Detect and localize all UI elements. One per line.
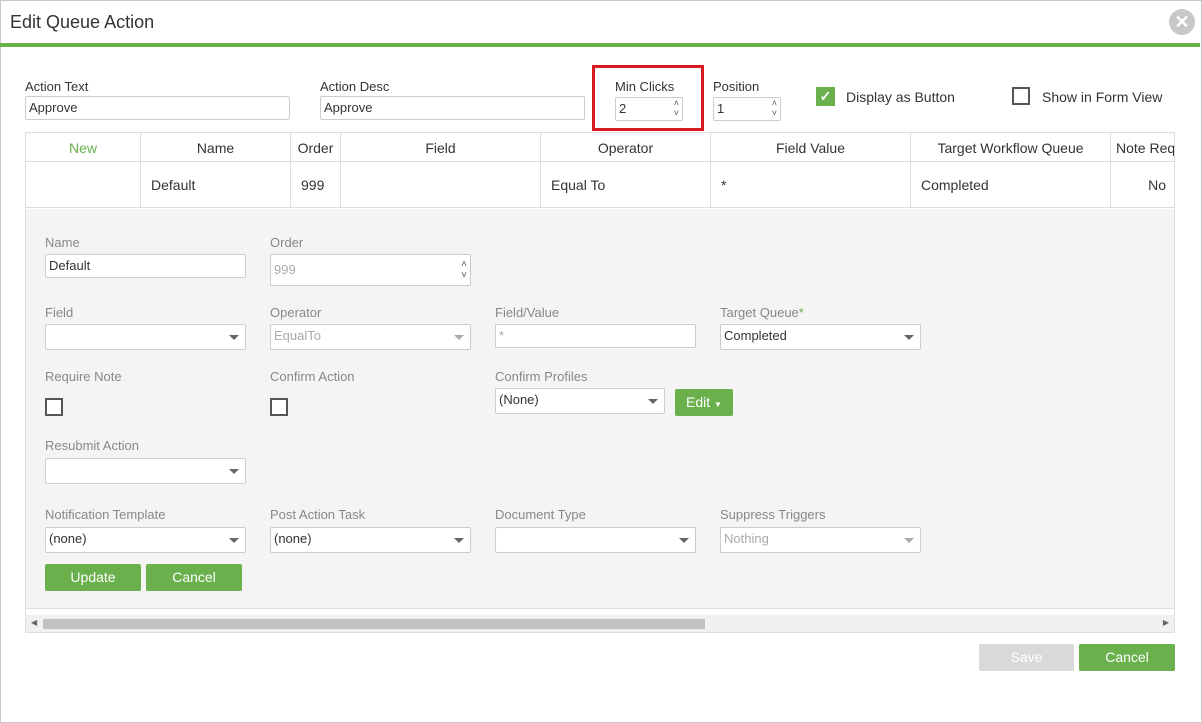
cancel-edit-button[interactable]: Cancel [146,564,242,591]
post-action-task-select-value: (none) [274,531,312,546]
notification-template-label: Notification Template [45,507,166,522]
confirm-profiles-select-value: (None) [499,392,539,407]
order-stepper: 999 ˄ ˅ [270,254,471,286]
required-marker: * [798,305,804,320]
resubmit-action-label: Resubmit Action [45,438,139,453]
stepper-arrows-icon: ˄ ˅ [461,259,467,281]
confirm-profiles-label: Confirm Profiles [495,369,588,384]
target-queue-label: Target Queue* [720,305,804,320]
action-text-input[interactable]: Approve [25,96,290,120]
stepper-arrows-icon[interactable]: ˄ ˅ [674,98,679,118]
order-value: 999 [274,262,296,277]
min-clicks-label: Min Clicks [615,79,675,94]
stepper-arrows-icon[interactable]: ˄ ˅ [772,98,777,118]
post-action-task-select[interactable]: (none) [270,527,471,553]
dialog-title: Edit Queue Action [10,12,155,32]
name-input[interactable]: Default [45,254,246,278]
confirm-profiles-select[interactable]: (None) [495,388,665,414]
cell-field-value: * [711,162,911,208]
cell-name: Default [141,162,291,208]
field-value-input[interactable]: * [495,324,696,348]
grid-header-row: New Name Order Field Operator Field Valu… [26,133,1174,162]
field-value-label: Field/Value [495,305,560,320]
chevron-down-icon [454,538,464,543]
cell-note-req: No [1148,177,1166,193]
save-button[interactable]: Save [979,644,1074,671]
position-stepper[interactable]: 1 ˄ ˅ [713,97,781,121]
cancel-button[interactable]: Cancel [1079,644,1175,671]
chevron-down-icon [454,335,464,340]
document-type-select[interactable] [495,527,696,553]
suppress-triggers-select-value: Nothing [724,531,769,546]
action-desc-label: Action Desc [320,79,390,94]
col-operator[interactable]: Operator [541,133,711,162]
chevron-down-icon [904,538,914,543]
col-field-value[interactable]: Field Value [711,133,911,162]
display-as-button-label: Display as Button [846,89,955,105]
chevron-down-icon [904,335,914,340]
operator-label: Operator [270,305,322,320]
cell-target-queue: Completed [911,162,1111,208]
target-queue-select[interactable]: Completed [720,324,921,350]
suppress-triggers-label: Suppress Triggers [720,507,826,522]
field-select[interactable] [45,324,246,350]
col-order[interactable]: Order [291,133,341,162]
name-label: Name [45,235,80,250]
confirm-action-checkbox[interactable] [270,398,288,416]
position-value: 1 [717,101,725,116]
order-label: Order [270,235,304,250]
suppress-triggers-select: Nothing [720,527,921,553]
cell-operator: Equal To [541,162,711,208]
target-queue-label-text: Target Queue [720,305,799,320]
new-row-link[interactable]: New [26,133,141,162]
chevron-down-icon [648,399,658,404]
notification-template-select[interactable]: (none) [45,527,246,553]
operator-select-value: EqualTo [274,328,321,343]
confirm-action-label: Confirm Action [270,369,355,384]
col-field[interactable]: Field [341,133,541,162]
field-label: Field [45,305,74,320]
chevron-down-icon [229,335,239,340]
edit-profiles-button-label: Edit [686,394,711,410]
min-clicks-stepper[interactable]: 2 ˄ ˅ [615,97,683,121]
actions-grid: New Name Order Field Operator Field Valu… [25,132,1175,633]
display-as-button-checkbox[interactable]: ✓ [816,87,835,106]
position-label: Position [713,79,760,94]
require-note-label: Require Note [45,369,122,384]
min-clicks-value: 2 [619,101,627,116]
show-in-form-view-checkbox[interactable] [1012,87,1030,105]
table-row[interactable]: Default 999 Equal To * Completed No [26,162,1174,208]
chevron-down-icon [679,538,689,543]
edit-profiles-button[interactable]: Edit ▼ [675,389,733,416]
operator-select: EqualTo [270,324,471,350]
cell-order: 999 [291,162,341,208]
col-note-req[interactable]: Note Req [1111,133,1174,162]
show-in-form-view-label: Show in Form View [1042,89,1163,105]
chevron-down-icon [229,538,239,543]
resubmit-action-select[interactable] [45,458,246,484]
document-type-label: Document Type [495,507,586,522]
post-action-task-label: Post Action Task [270,507,366,522]
cell-field [341,162,541,208]
col-target-queue[interactable]: Target Workflow Queue [911,133,1111,162]
target-queue-select-value: Completed [724,328,787,343]
chevron-down-icon [229,469,239,474]
caret-down-icon: ▼ [714,400,722,409]
close-icon[interactable]: ✕ [1169,9,1195,35]
scrollbar-thumb[interactable] [43,619,705,629]
update-button[interactable]: Update [45,564,141,591]
scroll-left-icon[interactable]: ◀ [31,618,37,627]
row-cmd-cell [26,162,141,208]
edit-row-panel: Name Default Order 999 ˄ ˅ Field Operator… [26,209,1174,609]
scroll-right-icon[interactable]: ▶ [1163,618,1169,627]
notification-template-select-value: (none) [49,531,87,546]
horizontal-scrollbar[interactable]: ◀ ▶ [26,615,1174,632]
col-name[interactable]: Name [141,133,291,162]
action-desc-input[interactable]: Approve [320,96,585,120]
require-note-checkbox[interactable] [45,398,63,416]
header-divider [0,43,1200,47]
action-text-label: Action Text [25,79,89,94]
